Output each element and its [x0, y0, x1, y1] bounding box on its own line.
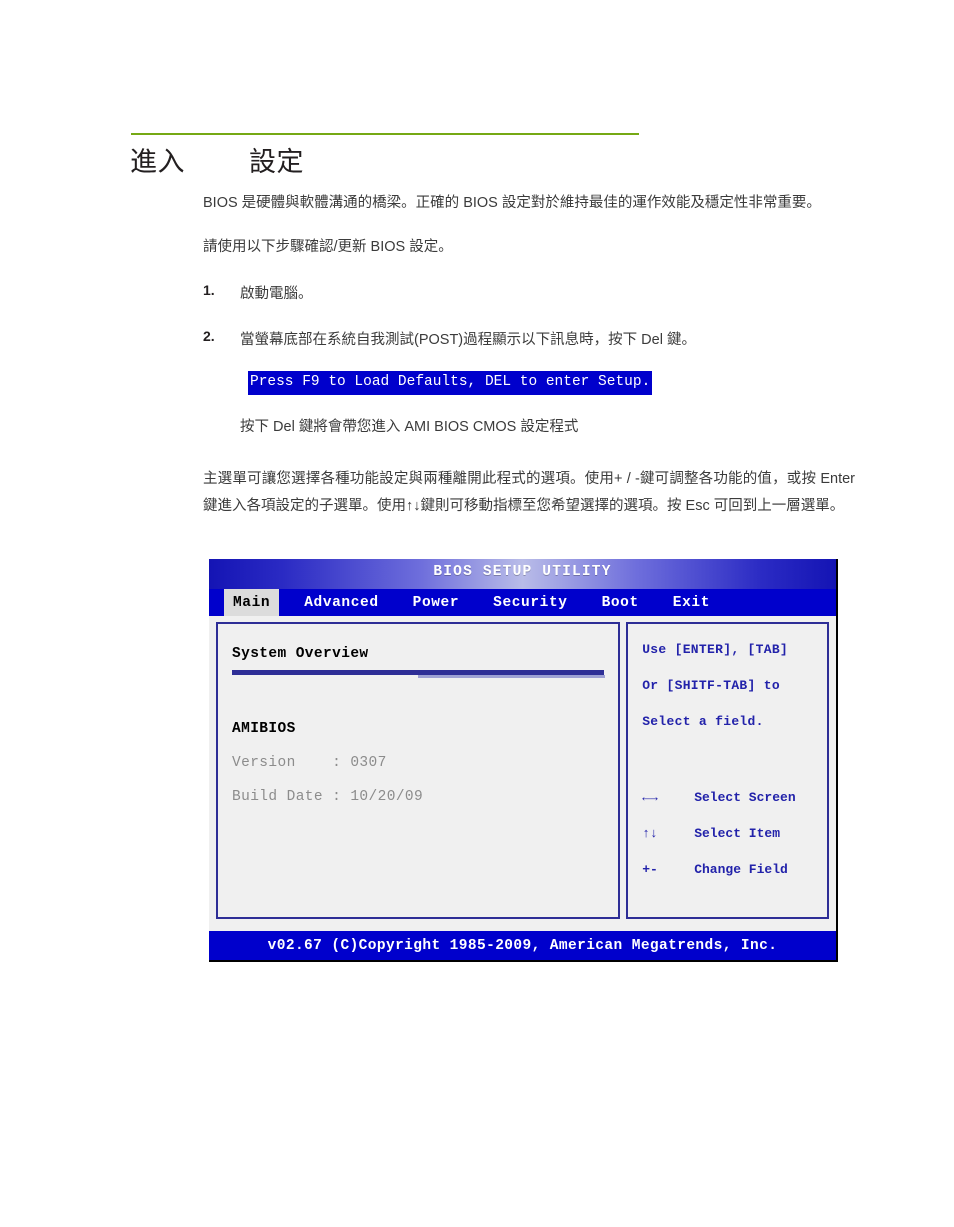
help-panel: Use [ENTER], [TAB] Or [SHITF-TAB] to Sel…: [626, 622, 829, 919]
system-overview-heading: System Overview: [232, 646, 369, 662]
step-2-number: 2.: [203, 328, 215, 344]
after-post-paragraph: 按下 Del 鍵將會帶您進入 AMI BIOS CMOS 設定程式: [240, 419, 579, 435]
legend-select-item: ↑↓ Select Item: [642, 826, 813, 841]
up-down-arrow-icon: ↑↓: [642, 826, 658, 841]
step-2-text: 當螢幕底部在系統自我測試(POST)過程顯示以下訊息時，按下 Del 鍵。: [240, 332, 696, 348]
amibios-heading: AMIBIOS: [232, 721, 296, 737]
post-message-banner: Press F9 to Load Defaults, DEL to enter …: [248, 371, 653, 395]
tab-security[interactable]: Security: [484, 589, 576, 616]
legend-change-field-label: Change Field: [694, 862, 788, 877]
steps-lead-paragraph: 請使用以下步驟確認/更新 BIOS 設定。: [203, 239, 453, 255]
intro-paragraph: BIOS 是硬體與軟體溝通的橋梁。正確的 BIOS 設定對於維持最佳的運作效能及…: [203, 195, 821, 211]
bios-version-row: Version : 0307: [232, 755, 387, 771]
help-line-2: Or [SHITF-TAB] to: [642, 678, 780, 693]
bios-footer: v02.67 (C)Copyright 1985-2009, American …: [209, 931, 836, 960]
bios-build-date-row: Build Date : 10/20/09: [232, 789, 424, 805]
plus-minus-icon: +-: [642, 862, 658, 877]
section-underline: [232, 670, 606, 678]
tab-advanced[interactable]: Advanced: [295, 589, 387, 616]
amibios-group: AMIBIOS Version : 0307 Build Date : 10/2…: [232, 721, 604, 805]
bios-body: System Overview AMIBIOS Version : 0307 B…: [209, 616, 836, 922]
bios-setup-screenshot: BIOS SETUP UTILITY Main Advanced Power S…: [209, 559, 838, 962]
bios-titlebar: BIOS SETUP UTILITY: [209, 559, 836, 589]
left-right-arrow-icon: ←→: [642, 790, 658, 805]
help-line-3: Select a field.: [642, 714, 764, 729]
step-1-text: 啟動電腦。: [240, 286, 313, 302]
bios-title: BIOS SETUP UTILITY: [433, 564, 612, 580]
page-title: 進入 設定: [130, 147, 305, 177]
legend-select-item-label: Select Item: [694, 826, 781, 841]
legend-change-field: +- Change Field: [642, 862, 813, 877]
bios-tab-bar: Main Advanced Power Security Boot Exit: [209, 589, 836, 616]
main-menu-paragraph: 主選單可讓您選擇各種功能設定與兩種離開此程式的選項。使用+ / -鍵可調整各功能…: [203, 471, 860, 514]
legend-select-screen: ←→ Select Screen: [642, 790, 813, 805]
tab-boot[interactable]: Boot: [593, 589, 648, 616]
tab-main[interactable]: Main: [224, 589, 280, 616]
title-divider-rule: [131, 133, 639, 135]
system-overview-panel: System Overview AMIBIOS Version : 0307 B…: [216, 622, 621, 919]
tab-exit[interactable]: Exit: [664, 589, 719, 616]
help-line-1: Use [ENTER], [TAB]: [642, 642, 789, 657]
key-legend: ←→ Select Screen ↑↓ Select Item +- Chang…: [642, 790, 813, 877]
tab-power[interactable]: Power: [404, 589, 469, 616]
legend-select-screen-label: Select Screen: [694, 790, 796, 805]
step-1-number: 1.: [203, 282, 215, 298]
